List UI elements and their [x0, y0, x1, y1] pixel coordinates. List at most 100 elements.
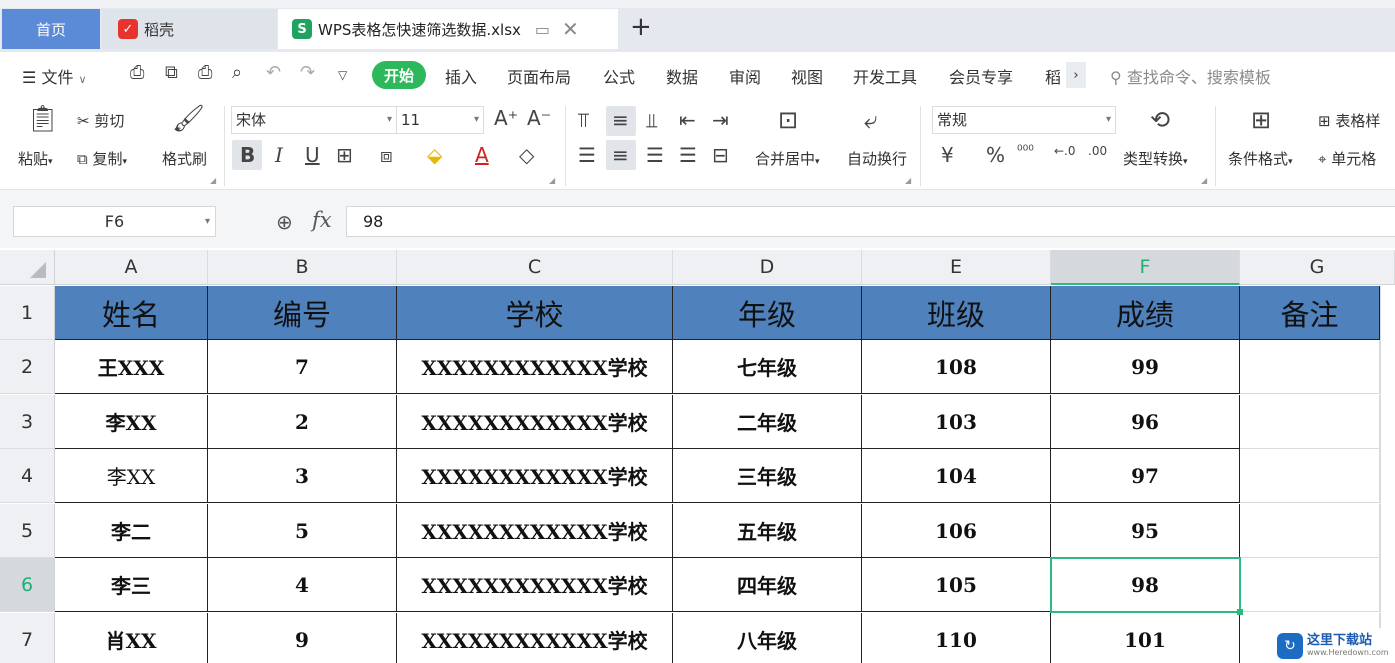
underline-icon[interactable]: U: [305, 143, 320, 167]
justify-icon[interactable]: ☰: [679, 143, 697, 167]
table-cell[interactable]: XXXXXXXXXXXX学校: [397, 558, 673, 612]
table-cell[interactable]: 七年级: [673, 340, 862, 394]
align-middle-icon[interactable]: ≡: [612, 108, 629, 132]
italic-icon[interactable]: I: [275, 143, 283, 167]
percent-icon[interactable]: %: [986, 143, 1005, 167]
table-cell[interactable]: XXXXXXXXXXXX学校: [397, 504, 673, 558]
header-cell[interactable]: 编号: [208, 286, 397, 340]
copy-button[interactable]: ⧉ 复制▾: [77, 148, 127, 169]
type-convert-icon[interactable]: ⟲: [1150, 106, 1170, 134]
column-header-e[interactable]: E: [862, 250, 1051, 285]
font-size-select[interactable]: 11 ▾: [396, 106, 484, 134]
paste-button[interactable]: 粘贴▾: [18, 148, 53, 169]
border-icon[interactable]: ⊞: [336, 143, 353, 167]
font-name-select[interactable]: 宋体 ▾: [231, 106, 397, 134]
alignment-launcher-icon[interactable]: ◢: [905, 176, 911, 185]
distributed-icon[interactable]: ⊟: [712, 143, 729, 167]
align-left-icon[interactable]: ☰: [578, 143, 596, 167]
table-cell[interactable]: [1240, 558, 1380, 612]
table-cell[interactable]: 李XX: [55, 449, 208, 503]
paste-icon[interactable]: 📋︎: [26, 104, 59, 134]
name-box[interactable]: F6 ▾: [13, 206, 216, 237]
export-icon[interactable]: ⧉: [165, 62, 178, 83]
table-cell[interactable]: 5: [208, 504, 397, 558]
row-header-7[interactable]: 7: [0, 613, 55, 663]
table-cell[interactable]: [1240, 504, 1380, 558]
fill-color-icon[interactable]: ⬙: [427, 143, 442, 167]
menu-page-layout[interactable]: 页面布局: [507, 64, 571, 88]
increase-font-icon[interactable]: A⁺: [494, 106, 518, 130]
wrap-text-icon[interactable]: ⤶: [864, 106, 877, 134]
table-cell[interactable]: 李三: [55, 558, 208, 612]
row-header-6[interactable]: 6: [0, 558, 55, 612]
fill-handle[interactable]: [1237, 609, 1243, 615]
column-header-d[interactable]: D: [673, 250, 862, 285]
menu-file[interactable]: ☰ 文件 ∨: [22, 64, 87, 88]
align-right-icon[interactable]: ☰: [646, 143, 664, 167]
tab-daoke[interactable]: ✓ 稻壳: [102, 9, 277, 49]
number-launcher-icon[interactable]: ◢: [1201, 176, 1207, 185]
column-header-a[interactable]: A: [55, 250, 208, 285]
wrap-text-button[interactable]: 自动换行: [847, 148, 907, 169]
table-cell[interactable]: XXXXXXXXXXXX学校: [397, 449, 673, 503]
format-painter-icon[interactable]: 🖌︎: [172, 104, 205, 134]
fill-effect-icon[interactable]: ⧈: [380, 143, 393, 167]
menu-start[interactable]: 开始: [372, 61, 426, 89]
print-preview-icon[interactable]: ⌕: [232, 62, 242, 83]
pin-icon[interactable]: ▭: [535, 20, 550, 39]
table-cell[interactable]: 李XX: [55, 395, 208, 449]
table-cell[interactable]: [1240, 340, 1380, 394]
table-cell[interactable]: 肖XX: [55, 613, 208, 663]
align-center-icon[interactable]: ≡: [612, 143, 629, 167]
menu-developer[interactable]: 开发工具: [853, 64, 917, 88]
table-cell[interactable]: 4: [208, 558, 397, 612]
align-top-icon[interactable]: ⫪: [578, 108, 589, 132]
print-icon[interactable]: ⎙: [198, 62, 212, 83]
row-header-2[interactable]: 2: [0, 340, 55, 394]
table-cell[interactable]: 二年级: [673, 395, 862, 449]
column-header-g[interactable]: G: [1240, 250, 1395, 285]
table-cell[interactable]: 五年级: [673, 504, 862, 558]
table-cell[interactable]: 105: [862, 558, 1051, 612]
menu-daoke[interactable]: 稻: [1045, 64, 1061, 88]
column-header-b[interactable]: B: [208, 250, 397, 285]
table-cell[interactable]: 八年级: [673, 613, 862, 663]
table-cell[interactable]: 2: [208, 395, 397, 449]
menu-view[interactable]: 视图: [791, 64, 823, 88]
column-header-c[interactable]: C: [397, 250, 673, 285]
merge-center-button[interactable]: 合并居中▾: [755, 148, 820, 169]
save-icon[interactable]: ⎙: [130, 62, 144, 83]
select-all-corner[interactable]: [0, 250, 55, 285]
clipboard-launcher-icon[interactable]: ◢: [210, 176, 216, 185]
increase-indent-icon[interactable]: ⇥: [712, 108, 729, 132]
table-cell[interactable]: 王XXX: [55, 340, 208, 394]
function-icon[interactable]: fx: [312, 208, 332, 232]
row-header-4[interactable]: 4: [0, 449, 55, 503]
decrease-indent-icon[interactable]: ⇤: [679, 108, 696, 132]
thousands-icon[interactable]: ⁰⁰⁰: [1017, 143, 1034, 159]
table-cell[interactable]: 97: [1051, 449, 1240, 503]
column-header-f[interactable]: F: [1051, 250, 1240, 285]
table-cell[interactable]: 李二: [55, 504, 208, 558]
menu-data[interactable]: 数据: [666, 64, 698, 88]
tab-document[interactable]: S WPS表格怎快速筛选数据.xlsx ▭ ✕: [278, 9, 618, 49]
zoom-icon[interactable]: ⊕: [276, 210, 293, 234]
table-cell[interactable]: 四年级: [673, 558, 862, 612]
table-cell[interactable]: [1240, 395, 1380, 449]
menu-member[interactable]: 会员专享: [949, 64, 1013, 88]
clear-format-icon[interactable]: ◇: [519, 143, 534, 167]
menu-more-icon[interactable]: ›: [1066, 62, 1086, 88]
header-cell[interactable]: 年级: [673, 286, 862, 340]
table-cell[interactable]: 108: [862, 340, 1051, 394]
close-icon[interactable]: ✕: [562, 17, 579, 41]
increase-decimal-icon[interactable]: ←.0: [1054, 144, 1076, 158]
merge-center-icon[interactable]: ⊡: [778, 106, 798, 134]
conditional-format-button[interactable]: 条件格式▾: [1228, 148, 1293, 169]
header-cell[interactable]: 成绩: [1051, 286, 1240, 340]
table-cell[interactable]: XXXXXXXXXXXX学校: [397, 395, 673, 449]
row-header-1[interactable]: 1: [0, 286, 55, 340]
tab-home[interactable]: 首页: [2, 9, 100, 49]
table-cell[interactable]: 103: [862, 395, 1051, 449]
table-cell[interactable]: XXXXXXXXXXXX学校: [397, 613, 673, 663]
table-cell[interactable]: 98: [1051, 558, 1240, 612]
